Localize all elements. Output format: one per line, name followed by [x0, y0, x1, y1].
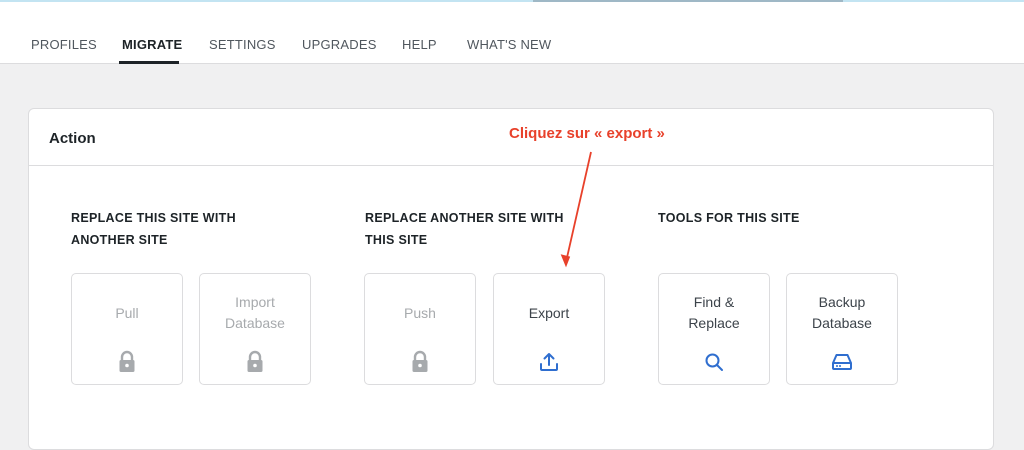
export-card[interactable]: Export [493, 273, 605, 385]
pull-card[interactable]: Pull [71, 273, 183, 385]
tab-settings[interactable]: SETTINGS [209, 37, 276, 52]
tab-profiles[interactable]: PROFILES [31, 37, 97, 52]
card-label: Export [528, 305, 570, 321]
group-title-tools: TOOLS FOR THIS SITE [658, 207, 858, 229]
card-label: Database [225, 315, 285, 331]
card-label: Push [404, 305, 436, 321]
card-label: Backup [818, 294, 866, 310]
panel-title: Action [49, 130, 96, 147]
card-label: Pull [115, 305, 139, 321]
lock-icon [247, 350, 263, 372]
find-replace-card[interactable]: Find & Replace [658, 273, 770, 385]
tab-whats-new[interactable]: WHAT'S NEW [467, 37, 551, 52]
tab-upgrades[interactable]: UPGRADES [302, 37, 377, 52]
import-database-card[interactable]: Import Database [199, 273, 311, 385]
upload-icon [540, 353, 558, 371]
drive-icon [832, 354, 852, 370]
card-label: Database [812, 315, 872, 331]
backup-database-card[interactable]: Backup Database [786, 273, 898, 385]
group-title-line: ANOTHER SITE [71, 233, 168, 247]
card-label: Find & [693, 294, 735, 310]
group-title-line: TOOLS FOR THIS SITE [658, 211, 800, 225]
group-title-line: REPLACE ANOTHER SITE WITH [365, 211, 564, 225]
group-title-push: REPLACE ANOTHER SITE WITH THIS SITE [365, 207, 585, 251]
lock-icon [412, 350, 428, 372]
group-title-line: REPLACE THIS SITE WITH [71, 211, 236, 225]
search-icon [705, 353, 723, 371]
lock-icon [119, 350, 135, 372]
nav-tabs: PROFILES MIGRATE SETTINGS UPGRADES HELP … [0, 2, 1024, 64]
tab-migrate[interactable]: MIGRATE [122, 37, 182, 52]
active-tab-indicator [119, 61, 179, 64]
group-title-pull: REPLACE THIS SITE WITH ANOTHER SITE [71, 207, 271, 251]
card-label: Replace [688, 315, 740, 331]
action-panel: Action REPLACE THIS SITE WITH ANOTHER SI… [28, 108, 994, 450]
annotation-text: Cliquez sur « export » [509, 125, 665, 142]
group-title-line: THIS SITE [365, 233, 428, 247]
push-card[interactable]: Push [364, 273, 476, 385]
card-label: Import [235, 294, 275, 310]
tab-help[interactable]: HELP [402, 37, 437, 52]
